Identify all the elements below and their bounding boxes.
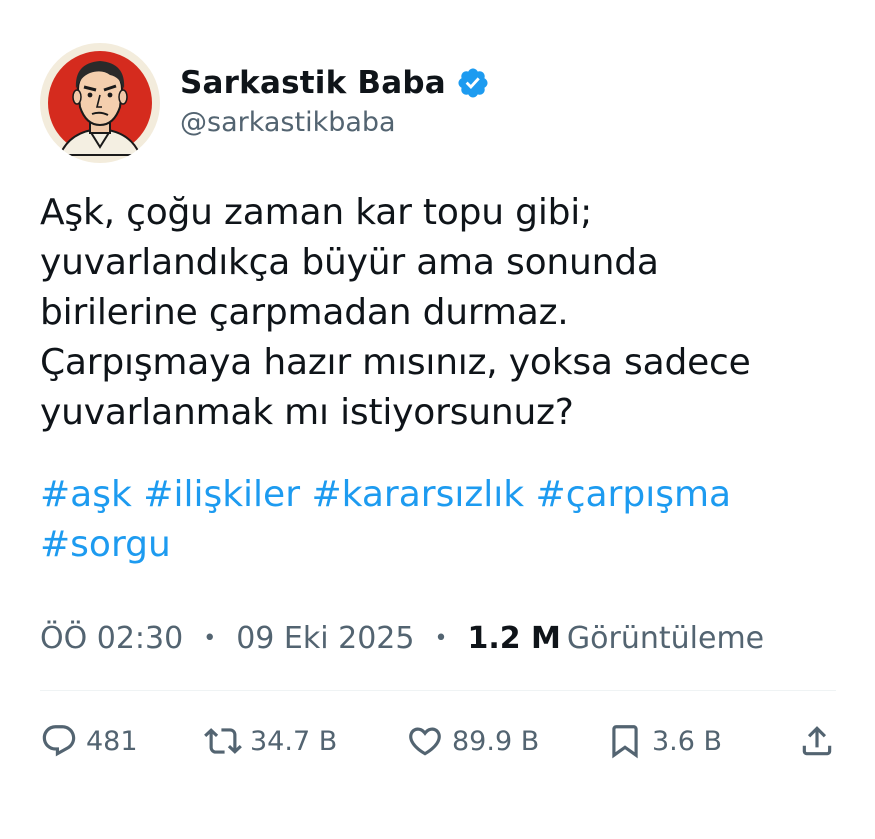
bookmark-count: 3.6 B: [652, 725, 723, 757]
tweet-actions: 481 34.7 B 89.9 B 3.6 B: [40, 715, 836, 767]
author-names: Sarkastik Baba @sarkastikbaba: [180, 65, 490, 138]
tweet-hashtags: #aşk #ilişkiler #kararsızlık #çarpışma #…: [40, 470, 840, 570]
meta-separator: •: [203, 625, 217, 651]
reply-count: 481: [86, 725, 138, 757]
author-handle[interactable]: @sarkastikbaba: [180, 107, 490, 138]
hashtag-link[interactable]: #sorgu: [40, 524, 171, 565]
tweet-time[interactable]: ÖÖ 02:30: [40, 621, 183, 656]
retweet-button[interactable]: 34.7 B: [204, 715, 337, 767]
cartoon-man-portrait-avatar-icon: [42, 45, 158, 161]
name-row: Sarkastik Baba: [180, 65, 490, 101]
tweet-card: Sarkastik Baba @sarkastikbaba Aşk, çoğu …: [0, 0, 875, 839]
like-button[interactable]: 89.9 B: [406, 715, 539, 767]
like-count: 89.9 B: [452, 725, 540, 757]
avatar[interactable]: [40, 43, 160, 163]
verified-badge-icon[interactable]: [456, 66, 490, 100]
tweet-header: Sarkastik Baba @sarkastikbaba: [40, 42, 490, 164]
views-label: Görüntüleme: [566, 620, 765, 656]
hashtag-link[interactable]: #aşk: [40, 474, 132, 515]
tweet-date[interactable]: 09 Eki 2025: [236, 621, 414, 656]
hashtag-link[interactable]: #ilişkiler: [143, 474, 300, 515]
share-icon: [802, 726, 832, 756]
reply-icon: [42, 725, 76, 757]
bookmark-button[interactable]: 3.6 B: [606, 715, 722, 767]
author-display-name[interactable]: Sarkastik Baba: [180, 65, 446, 101]
bookmark-icon: [612, 725, 638, 759]
hashtag-link[interactable]: #kararsızlık: [311, 474, 524, 515]
share-button[interactable]: [798, 715, 836, 767]
reply-button[interactable]: 481: [40, 715, 138, 767]
tweet-meta: ÖÖ 02:30 • 09 Eki 2025 • 1.2 M Görüntüle…: [40, 615, 764, 661]
meta-separator: •: [434, 625, 448, 651]
retweet-count: 34.7 B: [250, 725, 338, 757]
retweet-icon: [204, 728, 242, 754]
heart-icon: [409, 727, 441, 756]
hashtag-link[interactable]: #çarpışma: [536, 474, 732, 515]
views-count[interactable]: 1.2 M: [467, 621, 560, 656]
tweet-text: Aşk, çoğu zaman kar topu gibi; yuvarland…: [40, 192, 751, 433]
divider: [40, 690, 836, 691]
